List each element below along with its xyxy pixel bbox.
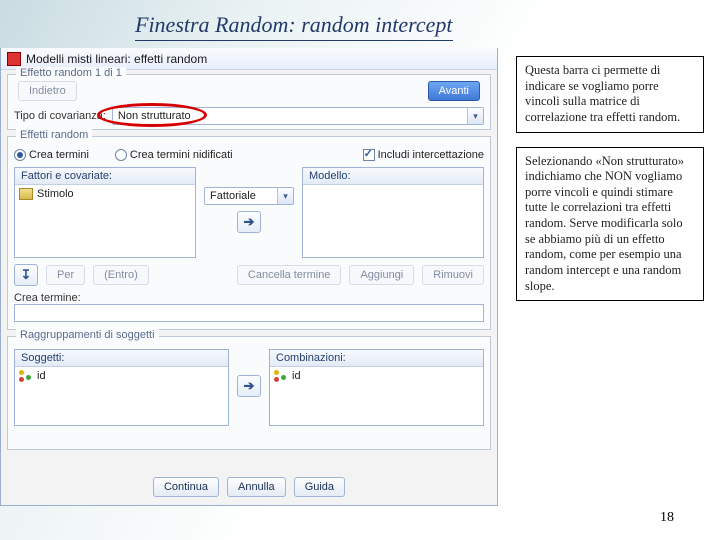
pane-legend-mid: Effetti random <box>16 129 92 141</box>
chevron-down-icon: ▾ <box>277 188 293 204</box>
model-list[interactable]: Modello: <box>302 167 484 258</box>
list-item[interactable]: id <box>19 369 224 383</box>
nominal-icon <box>19 370 33 382</box>
callouts: Questa barra ci permette di indicare se … <box>516 56 704 315</box>
slide-title: Finestra Random: random intercept <box>135 12 453 41</box>
combinations-list[interactable]: Combinazioni: id <box>269 349 484 426</box>
pane-legend-top: Effetto random 1 di 1 <box>16 67 126 79</box>
pane-random-effect-nav: Effetto random 1 di 1 Indietro Avanti Ti… <box>7 74 491 130</box>
back-button[interactable]: Indietro <box>18 81 77 101</box>
subjects-list[interactable]: Soggetti: id <box>14 349 229 426</box>
covariance-type-value: Non strutturato <box>113 110 467 122</box>
radio-build-terms[interactable]: Crea termini <box>14 149 89 161</box>
radio-nested-terms[interactable]: Crea termini nidificati <box>115 149 233 161</box>
term-builder-controls: Fattoriale ▾ ➔ <box>204 187 294 233</box>
subjects-header: Soggetti: <box>15 350 228 367</box>
covariance-type-label: Tipo di covarianza: <box>14 110 106 122</box>
clear-term-button[interactable]: Cancella termine <box>237 265 342 285</box>
factors-header: Fattori e covariate: <box>15 168 195 185</box>
pane-subject-groupings: Raggruppamenti di soggetti Soggetti: id … <box>7 336 491 450</box>
help-button[interactable]: Guida <box>294 477 345 497</box>
term-down-button[interactable]: ↧ <box>14 264 38 286</box>
callout-2: Selezionando «Non strutturato» indichiam… <box>516 147 704 302</box>
check-include-intercept[interactable]: Includi intercettazione <box>363 149 484 161</box>
continue-button[interactable]: Continua <box>153 477 219 497</box>
page-number: 18 <box>660 510 674 526</box>
list-item[interactable]: Stimolo <box>19 187 191 201</box>
app-icon <box>7 52 21 66</box>
scale-icon <box>19 188 33 200</box>
forward-button[interactable]: Avanti <box>428 81 480 101</box>
add-term-button[interactable]: Aggiungi <box>349 265 414 285</box>
pane-random-effects: Effetti random Crea termini Crea termini… <box>7 136 491 330</box>
random-effects-dialog: Modelli misti lineari: effetti random Ef… <box>0 48 498 506</box>
factors-list[interactable]: Fattori e covariate: Stimolo <box>14 167 196 258</box>
nominal-icon <box>274 370 288 382</box>
list-item[interactable]: id <box>274 369 479 383</box>
move-right-button[interactable]: ➔ <box>237 375 261 397</box>
build-term-label: Crea termine: <box>14 292 84 304</box>
build-term-input[interactable] <box>14 304 484 322</box>
remove-term-button[interactable]: Rimuovi <box>422 265 484 285</box>
cancel-button[interactable]: Annulla <box>227 477 286 497</box>
dialog-title: Modelli misti lineari: effetti random <box>26 52 207 66</box>
callout-1: Questa barra ci permette di indicare se … <box>516 56 704 133</box>
move-right-button[interactable]: ➔ <box>237 211 261 233</box>
by-button[interactable]: Per <box>46 265 85 285</box>
interaction-type-combo[interactable]: Fattoriale ▾ <box>204 187 294 205</box>
chevron-down-icon: ▾ <box>467 108 483 124</box>
model-header: Modello: <box>303 168 483 185</box>
pane-legend-bot: Raggruppamenti di soggetti <box>16 329 159 341</box>
dialog-footer: Continua Annulla Guida <box>1 477 497 497</box>
covariance-type-combo[interactable]: Non strutturato ▾ <box>112 107 484 125</box>
within-button[interactable]: (Entro) <box>93 265 149 285</box>
combinations-header: Combinazioni: <box>270 350 483 367</box>
